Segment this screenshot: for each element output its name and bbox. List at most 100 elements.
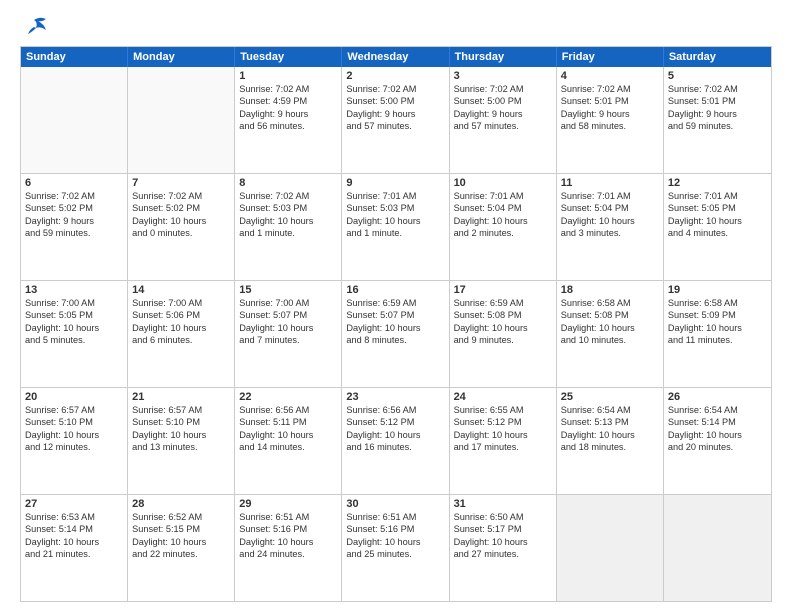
day-number: 25 xyxy=(561,391,659,403)
cell-info-line: and 59 minutes. xyxy=(25,227,123,239)
empty-cell xyxy=(557,495,664,601)
cell-info-line: Sunset: 5:13 PM xyxy=(561,416,659,428)
day-number: 1 xyxy=(239,70,337,82)
cell-info-line: Sunrise: 7:02 AM xyxy=(239,83,337,95)
cell-info-line: Sunrise: 7:02 AM xyxy=(132,190,230,202)
cell-info-line: and 1 minute. xyxy=(346,227,444,239)
cell-info-line: Sunrise: 6:58 AM xyxy=(561,297,659,309)
day-number: 23 xyxy=(346,391,444,403)
day-number: 22 xyxy=(239,391,337,403)
cell-info-line: Sunrise: 6:54 AM xyxy=(668,404,767,416)
cell-info-line: Sunset: 5:05 PM xyxy=(25,309,123,321)
cell-info-line: Sunset: 5:07 PM xyxy=(239,309,337,321)
cell-info-line: Sunrise: 7:00 AM xyxy=(25,297,123,309)
cell-info-line: Sunset: 5:09 PM xyxy=(668,309,767,321)
cell-info-line: Sunset: 5:07 PM xyxy=(346,309,444,321)
cell-info-line: Daylight: 9 hours xyxy=(561,108,659,120)
cell-info-line: Sunset: 5:17 PM xyxy=(454,523,552,535)
cell-info-line: Sunrise: 7:01 AM xyxy=(454,190,552,202)
cell-info-line: Sunset: 5:16 PM xyxy=(346,523,444,535)
empty-cell xyxy=(21,67,128,173)
cell-info-line: and 9 minutes. xyxy=(454,334,552,346)
cell-info-line: Sunset: 5:02 PM xyxy=(132,202,230,214)
day-number: 20 xyxy=(25,391,123,403)
day-number: 4 xyxy=(561,70,659,82)
cell-info-line: Sunrise: 6:57 AM xyxy=(132,404,230,416)
cell-info-line: Sunrise: 7:00 AM xyxy=(239,297,337,309)
header-day-tuesday: Tuesday xyxy=(235,47,342,67)
logo-bird-icon xyxy=(20,16,48,38)
cell-info-line: Sunset: 5:16 PM xyxy=(239,523,337,535)
cell-info-line: Daylight: 10 hours xyxy=(132,429,230,441)
cell-info-line: and 17 minutes. xyxy=(454,441,552,453)
cell-info-line: Sunset: 5:11 PM xyxy=(239,416,337,428)
cell-info-line: Sunset: 5:03 PM xyxy=(239,202,337,214)
cell-info-line: and 27 minutes. xyxy=(454,548,552,560)
cell-info-line: Daylight: 10 hours xyxy=(25,322,123,334)
cell-info-line: and 6 minutes. xyxy=(132,334,230,346)
cell-info-line: Daylight: 10 hours xyxy=(454,429,552,441)
day-number: 19 xyxy=(668,284,767,296)
cell-info-line: Sunset: 5:12 PM xyxy=(346,416,444,428)
cell-info-line: Sunrise: 7:00 AM xyxy=(132,297,230,309)
cell-info-line: Sunrise: 6:59 AM xyxy=(454,297,552,309)
calendar: SundayMondayTuesdayWednesdayThursdayFrid… xyxy=(20,46,772,602)
day-number: 30 xyxy=(346,498,444,510)
day-cell-3: 3Sunrise: 7:02 AMSunset: 5:00 PMDaylight… xyxy=(450,67,557,173)
cell-info-line: Daylight: 10 hours xyxy=(132,536,230,548)
day-number: 29 xyxy=(239,498,337,510)
cell-info-line: Daylight: 10 hours xyxy=(239,536,337,548)
day-cell-27: 27Sunrise: 6:53 AMSunset: 5:14 PMDayligh… xyxy=(21,495,128,601)
cell-info-line: Sunset: 5:00 PM xyxy=(346,95,444,107)
day-cell-28: 28Sunrise: 6:52 AMSunset: 5:15 PMDayligh… xyxy=(128,495,235,601)
cell-info-line: and 13 minutes. xyxy=(132,441,230,453)
cell-info-line: and 0 minutes. xyxy=(132,227,230,239)
calendar-body: 1Sunrise: 7:02 AMSunset: 4:59 PMDaylight… xyxy=(21,67,771,601)
cell-info-line: Daylight: 10 hours xyxy=(239,322,337,334)
day-cell-18: 18Sunrise: 6:58 AMSunset: 5:08 PMDayligh… xyxy=(557,281,664,387)
day-cell-29: 29Sunrise: 6:51 AMSunset: 5:16 PMDayligh… xyxy=(235,495,342,601)
day-cell-22: 22Sunrise: 6:56 AMSunset: 5:11 PMDayligh… xyxy=(235,388,342,494)
day-cell-2: 2Sunrise: 7:02 AMSunset: 5:00 PMDaylight… xyxy=(342,67,449,173)
day-cell-14: 14Sunrise: 7:00 AMSunset: 5:06 PMDayligh… xyxy=(128,281,235,387)
cell-info-line: Sunrise: 6:58 AM xyxy=(668,297,767,309)
header-day-sunday: Sunday xyxy=(21,47,128,67)
day-number: 6 xyxy=(25,177,123,189)
day-cell-19: 19Sunrise: 6:58 AMSunset: 5:09 PMDayligh… xyxy=(664,281,771,387)
cell-info-line: Sunrise: 6:51 AM xyxy=(346,511,444,523)
cell-info-line: and 59 minutes. xyxy=(668,120,767,132)
cell-info-line: Sunrise: 7:02 AM xyxy=(239,190,337,202)
day-cell-7: 7Sunrise: 7:02 AMSunset: 5:02 PMDaylight… xyxy=(128,174,235,280)
day-cell-9: 9Sunrise: 7:01 AMSunset: 5:03 PMDaylight… xyxy=(342,174,449,280)
cell-info-line: Sunrise: 6:59 AM xyxy=(346,297,444,309)
cell-info-line: Daylight: 9 hours xyxy=(454,108,552,120)
day-number: 5 xyxy=(668,70,767,82)
day-cell-13: 13Sunrise: 7:00 AMSunset: 5:05 PMDayligh… xyxy=(21,281,128,387)
day-cell-1: 1Sunrise: 7:02 AMSunset: 4:59 PMDaylight… xyxy=(235,67,342,173)
day-number: 8 xyxy=(239,177,337,189)
cell-info-line: Sunrise: 6:52 AM xyxy=(132,511,230,523)
cell-info-line: Sunrise: 6:53 AM xyxy=(25,511,123,523)
cell-info-line: Sunrise: 6:51 AM xyxy=(239,511,337,523)
day-number: 3 xyxy=(454,70,552,82)
day-cell-17: 17Sunrise: 6:59 AMSunset: 5:08 PMDayligh… xyxy=(450,281,557,387)
cell-info-line: and 2 minutes. xyxy=(454,227,552,239)
day-cell-25: 25Sunrise: 6:54 AMSunset: 5:13 PMDayligh… xyxy=(557,388,664,494)
calendar-header: SundayMondayTuesdayWednesdayThursdayFrid… xyxy=(21,47,771,67)
week-row-2: 6Sunrise: 7:02 AMSunset: 5:02 PMDaylight… xyxy=(21,173,771,280)
cell-info-line: Sunset: 4:59 PM xyxy=(239,95,337,107)
cell-info-line: Sunrise: 7:01 AM xyxy=(561,190,659,202)
day-number: 17 xyxy=(454,284,552,296)
cell-info-line: Sunset: 5:15 PM xyxy=(132,523,230,535)
cell-info-line: and 1 minute. xyxy=(239,227,337,239)
cell-info-line: and 12 minutes. xyxy=(25,441,123,453)
cell-info-line: and 8 minutes. xyxy=(346,334,444,346)
cell-info-line: and 3 minutes. xyxy=(561,227,659,239)
cell-info-line: Sunrise: 6:55 AM xyxy=(454,404,552,416)
cell-info-line: and 25 minutes. xyxy=(346,548,444,560)
logo xyxy=(20,16,52,38)
cell-info-line: Sunset: 5:01 PM xyxy=(668,95,767,107)
cell-info-line: Sunset: 5:08 PM xyxy=(561,309,659,321)
cell-info-line: Daylight: 9 hours xyxy=(668,108,767,120)
cell-info-line: Daylight: 10 hours xyxy=(668,429,767,441)
